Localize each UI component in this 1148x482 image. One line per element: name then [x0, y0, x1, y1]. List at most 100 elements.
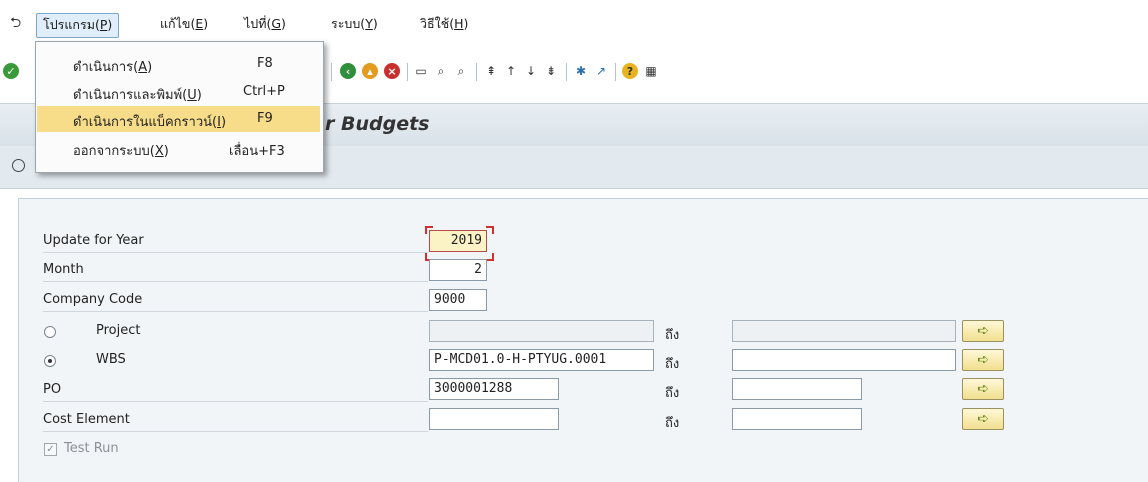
menu-item-label: ดำเนินการในแบ็คกราวน์(I) — [73, 111, 226, 132]
menu-item-shortcut: Ctrl+P — [243, 84, 285, 99]
menu-item-key: A — [138, 60, 148, 75]
menu-item-text: ดำเนินการและพิมพ์( — [73, 88, 188, 103]
menu-item-execute-print[interactable]: ดำเนินการและพิมพ์(U) Ctrl+P — [37, 79, 320, 105]
page-title: r Budgets — [325, 113, 430, 135]
last-page-icon[interactable]: ⇟ — [543, 63, 559, 79]
menu-item-text: ดำเนินการในแบ็คกราวน์( — [73, 115, 218, 130]
enter-icon[interactable]: ✓ — [3, 63, 19, 79]
po-to-label: ถึง — [665, 386, 680, 401]
test-run-label: Test Run — [64, 441, 119, 456]
toolbar-separator — [476, 63, 477, 81]
menu-edit[interactable]: แก้ไข(E) — [160, 14, 208, 34]
menu-item-close: ) — [147, 60, 153, 75]
find-next-icon[interactable]: ⌕ — [453, 63, 469, 79]
multiple-selection-icon: ➪ — [977, 323, 989, 339]
menu-help[interactable]: วิธีใช้(H) — [420, 14, 468, 34]
execute-icon[interactable] — [12, 159, 25, 172]
menu-item-text: ดำเนินการ( — [73, 60, 139, 75]
menu-system-key: Y — [365, 16, 373, 31]
menu-edit-label: แก้ไข( — [160, 16, 196, 31]
cost-element-label: Cost Element — [43, 409, 428, 432]
menu-item-shortcut: F8 — [257, 56, 273, 71]
menu-system-label: ระบบ( — [331, 16, 366, 31]
project-to-label: ถึง — [665, 328, 680, 343]
menu-system[interactable]: ระบบ(Y) — [331, 14, 378, 34]
menu-bar: ⮌ โปรแกรม(P) แก้ไข(E) ไปที่(G) ระบบ(Y) ว… — [0, 0, 1148, 38]
cost-element-from-field[interactable] — [429, 408, 559, 430]
menu-item-execute[interactable]: ดำเนินการ(A) F8 — [37, 51, 320, 77]
project-radio[interactable] — [44, 326, 56, 338]
po-to-field[interactable] — [732, 378, 862, 400]
project-to-field[interactable] — [732, 320, 956, 342]
menu-item-close: ) — [196, 88, 202, 103]
menu-program[interactable]: โปรแกรม(P) — [36, 13, 120, 38]
new-session-icon[interactable]: ✱ — [573, 63, 589, 79]
focus-corner — [486, 226, 494, 234]
menu-item-execute-background[interactable]: ดำเนินการในแบ็คกราวน์(I) F9 — [37, 106, 320, 132]
wbs-from-field[interactable]: P-MCD01.0-H-PTYUG.0001 — [429, 349, 654, 371]
month-field[interactable]: 2 — [429, 259, 487, 281]
shortcut-icon[interactable]: ↗ — [593, 63, 609, 79]
po-label: PO — [43, 379, 428, 402]
multiple-selection-icon: ➪ — [977, 381, 989, 397]
menu-item-label: ดำเนินการและพิมพ์(U) — [73, 84, 202, 105]
exit-icon[interactable]: ▴ — [362, 63, 378, 79]
menu-item-key: U — [187, 88, 197, 103]
next-page-icon[interactable]: ↓ — [523, 63, 539, 79]
menu-item-label: ดำเนินการ(A) — [73, 56, 152, 77]
find-icon[interactable]: ⌕ — [433, 63, 449, 79]
wbs-to-label: ถึง — [665, 357, 680, 372]
company-code-field[interactable]: 9000 — [429, 289, 487, 311]
menu-goto-label: ไปที่( — [244, 16, 272, 31]
cancel-icon[interactable]: × — [384, 63, 400, 79]
help-icon[interactable]: ? — [622, 63, 638, 79]
cost-element-to-field[interactable] — [732, 408, 862, 430]
print-icon[interactable]: ▭ — [413, 63, 429, 79]
menu-edit-close: ) — [203, 16, 209, 31]
toolbar-separator — [566, 63, 567, 81]
multiple-selection-icon: ➪ — [977, 411, 989, 427]
menu-help-key: H — [454, 16, 464, 31]
multiple-selection-icon: ➪ — [977, 352, 989, 368]
program-menu-dropdown: ดำเนินการ(A) F8 ดำเนินการและพิมพ์(U) Ctr… — [35, 41, 324, 173]
menu-item-shortcut: F9 — [257, 111, 273, 126]
toolbar-separator — [407, 63, 408, 81]
project-multiple-selection-button[interactable]: ➪ — [962, 320, 1004, 342]
focus-corner — [486, 253, 494, 261]
company-code-label: Company Code — [43, 289, 428, 312]
project-label: Project — [96, 323, 141, 338]
system-menu-icon[interactable]: ⮌ — [10, 12, 21, 36]
focus-corner — [425, 226, 433, 234]
cost-element-multiple-selection-button[interactable]: ➪ — [962, 408, 1004, 430]
update-year-label: Update for Year — [43, 230, 428, 253]
menu-item-close: ) — [220, 115, 227, 130]
wbs-label: WBS — [96, 352, 126, 367]
wbs-multiple-selection-button[interactable]: ➪ — [962, 349, 1004, 371]
po-multiple-selection-button[interactable]: ➪ — [962, 378, 1004, 400]
menu-help-close: ) — [463, 16, 469, 31]
layout-menu-icon[interactable]: ▦ — [643, 63, 659, 79]
menu-item-close: ) — [163, 144, 169, 159]
test-run-checkbox[interactable]: ✓ — [44, 443, 57, 456]
project-from-field[interactable] — [429, 320, 654, 342]
menu-item-exit[interactable]: ออกจากระบบ(X) เลื่อน+F3 — [37, 135, 320, 161]
menu-item-text: ออกจากระบบ( — [73, 144, 155, 159]
previous-page-icon[interactable]: ↑ — [503, 63, 519, 79]
menu-help-label: วิธีใช้( — [420, 16, 455, 31]
toolbar-separator — [331, 63, 332, 81]
menu-goto-close: ) — [281, 16, 286, 31]
menu-item-label: ออกจากระบบ(X) — [73, 140, 169, 161]
menu-goto[interactable]: ไปที่(G) — [244, 14, 286, 34]
po-from-field[interactable]: 3000001288 — [429, 378, 559, 400]
menu-system-close: ) — [372, 16, 378, 31]
menu-goto-key: G — [271, 16, 282, 31]
menu-item-shortcut: เลื่อน+F3 — [229, 144, 285, 159]
wbs-radio[interactable] — [44, 355, 56, 367]
menu-program-close: ) — [107, 17, 113, 32]
wbs-to-field[interactable] — [732, 349, 956, 371]
update-year-field[interactable]: 2019 — [429, 230, 487, 252]
back-icon[interactable]: ‹ — [340, 63, 356, 79]
menu-program-label: โปรแกรม( — [43, 17, 100, 32]
toolbar-separator — [615, 63, 616, 81]
first-page-icon[interactable]: ⇞ — [483, 63, 499, 79]
